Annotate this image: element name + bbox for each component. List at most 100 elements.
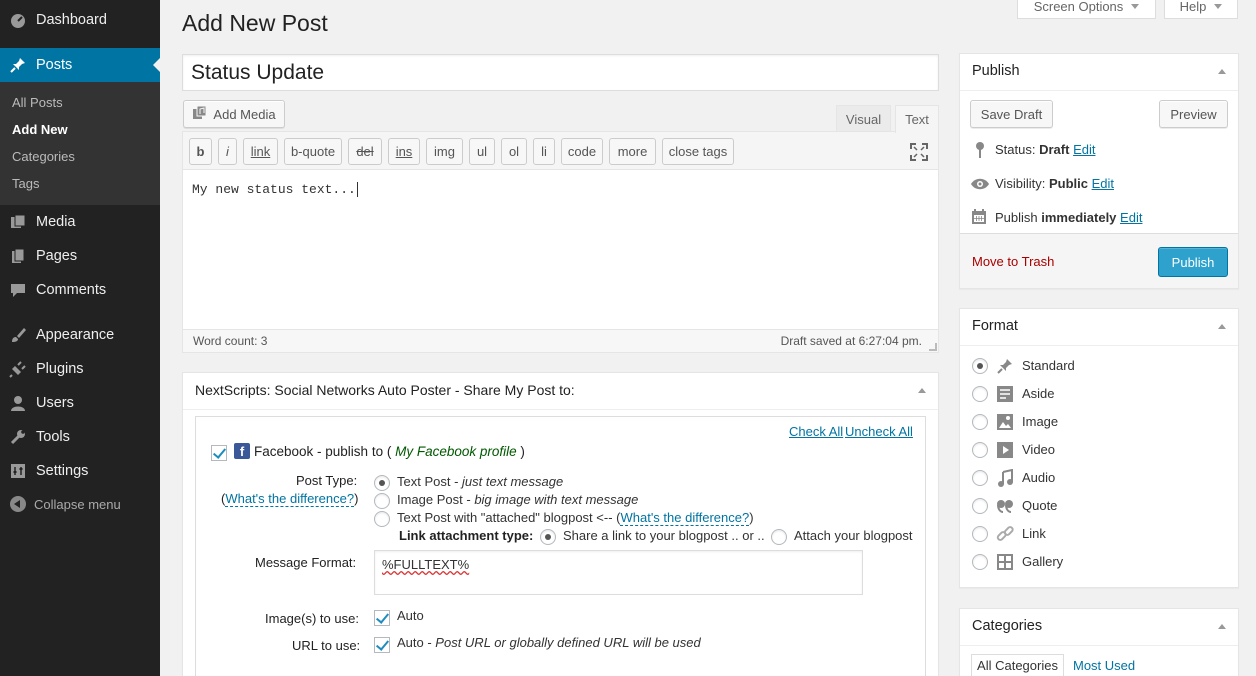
image-post-title: Image Post -	[397, 492, 475, 507]
format-label-standard: Standard	[1022, 358, 1075, 373]
menu-dashboard[interactable]: Dashboard	[0, 3, 160, 37]
screen-options-button[interactable]: Screen Options	[1017, 0, 1156, 19]
format-radio-audio[interactable]	[972, 470, 988, 486]
format-label-video: Video	[1022, 442, 1056, 457]
help-button[interactable]: Help	[1164, 0, 1238, 19]
submenu-tags[interactable]: Tags	[12, 176, 39, 191]
tab-visual[interactable]: Visual	[836, 105, 891, 132]
toggle-arrow-icon[interactable]	[918, 388, 926, 393]
qt-img[interactable]: img	[426, 138, 463, 165]
status-edit-link[interactable]: Edit	[1073, 142, 1095, 157]
fb-profile-name: My Facebook profile	[395, 444, 517, 459]
format-heading: Format	[972, 318, 1018, 334]
publish-time-edit-link[interactable]: Edit	[1120, 210, 1142, 225]
menu-tools[interactable]: Tools	[0, 420, 160, 454]
menu-pages[interactable]: Pages	[0, 239, 160, 273]
publish-header[interactable]: Publish	[960, 54, 1238, 91]
whats-difference-link[interactable]: What's the difference?	[225, 491, 355, 507]
facebook-checkbox[interactable]	[211, 445, 227, 461]
qt-ins[interactable]: ins	[388, 138, 420, 165]
publish-button[interactable]: Publish	[1158, 247, 1228, 277]
check-all-link[interactable]: Check All	[789, 424, 843, 439]
qt-italic[interactable]: i	[218, 138, 237, 165]
format-radio-image[interactable]	[972, 414, 988, 430]
submenu-categories[interactable]: Categories	[12, 149, 75, 164]
menu-media[interactable]: Media	[0, 205, 160, 239]
publish-time-value: immediately	[1041, 210, 1117, 225]
resize-handle[interactable]	[929, 343, 937, 351]
snap-header[interactable]: NextScripts: Social Networks Auto Poster…	[183, 373, 938, 410]
menu-plugins[interactable]: Plugins	[0, 352, 160, 386]
aside-icon	[996, 385, 1014, 403]
collapse-menu-button[interactable]: Collapse menu	[10, 496, 121, 512]
qt-link[interactable]: link	[243, 138, 278, 165]
url-auto-title: Auto -	[397, 635, 436, 650]
tab-text[interactable]: Text	[895, 105, 939, 133]
format-radio-quote[interactable]	[972, 498, 988, 514]
tab-all-categories[interactable]: All Categories	[971, 654, 1064, 676]
qt-code[interactable]: code	[561, 138, 603, 165]
qt-li[interactable]: li	[533, 138, 555, 165]
text-attached-label: Text Post with "attached" blogpost <-- (…	[397, 510, 754, 526]
image-icon	[996, 413, 1014, 431]
qt-close-tags[interactable]: close tags	[662, 138, 734, 165]
submenu-all-posts[interactable]: All Posts	[12, 95, 63, 110]
settings-icon	[0, 462, 36, 480]
text-post-radio[interactable]	[374, 475, 390, 491]
whats-difference-link-2[interactable]: What's the difference?	[620, 510, 750, 526]
categories-header[interactable]: Categories	[960, 609, 1238, 646]
images-auto-checkbox[interactable]	[374, 610, 390, 626]
toggle-arrow-icon[interactable]	[1218, 624, 1226, 629]
post-title-input[interactable]: Status Update	[182, 54, 939, 91]
qt-bold[interactable]: b	[189, 138, 212, 165]
menu-users[interactable]: Users	[0, 386, 160, 420]
attach-blogpost-radio[interactable]	[771, 529, 787, 545]
toggle-arrow-icon[interactable]	[1218, 324, 1226, 329]
music-note-icon	[996, 469, 1014, 487]
text-attached-radio[interactable]	[374, 511, 390, 527]
format-radio-link[interactable]	[972, 526, 988, 542]
message-format-textarea[interactable]: %FULLTEXT%	[374, 550, 863, 595]
menu-settings[interactable]: Settings	[0, 454, 160, 488]
help-label: Help	[1179, 0, 1207, 14]
menu-comments[interactable]: Comments	[0, 273, 160, 307]
page-title: Add New Post	[182, 10, 328, 36]
qt-bquote[interactable]: b-quote	[284, 138, 342, 165]
menu-appearance[interactable]: Appearance	[0, 318, 160, 352]
qt-ul[interactable]: ul	[469, 138, 495, 165]
draft-saved-status: Draft saved at 6:27:04 pm.	[780, 334, 922, 348]
url-auto-label: Auto - Post URL or globally defined URL …	[397, 635, 701, 650]
format-radio-standard[interactable]	[972, 358, 988, 374]
save-draft-button[interactable]: Save Draft	[970, 100, 1053, 128]
qt-del[interactable]: del	[348, 138, 382, 165]
format-radio-gallery[interactable]	[972, 554, 988, 570]
image-post-radio[interactable]	[374, 493, 390, 509]
word-count: Word count: 3	[193, 334, 268, 348]
qt-more[interactable]: more	[609, 138, 656, 165]
dashboard-icon	[0, 11, 36, 29]
posts-submenu: All Posts Add New Categories Tags	[0, 82, 160, 205]
fullscreen-icon[interactable]	[910, 143, 928, 164]
submenu-add-new[interactable]: Add New	[12, 122, 68, 137]
qt-ol[interactable]: ol	[501, 138, 527, 165]
menu-posts[interactable]: Posts	[0, 48, 160, 82]
url-auto-desc: Post URL or globally defined URL will be…	[435, 635, 701, 650]
visibility-edit-link[interactable]: Edit	[1092, 176, 1114, 191]
preview-button[interactable]: Preview	[1159, 100, 1228, 128]
uncheck-all-link[interactable]: Uncheck All	[845, 424, 913, 439]
categories-heading: Categories	[972, 618, 1043, 634]
toggle-arrow-icon[interactable]	[1218, 69, 1226, 74]
format-radio-aside[interactable]	[972, 386, 988, 402]
menu-users-label: Users	[36, 395, 74, 411]
editor-content[interactable]: My new status text...​	[192, 182, 358, 197]
add-media-button[interactable]: Add Media	[183, 100, 285, 128]
format-header[interactable]: Format	[960, 309, 1238, 346]
move-to-trash-link[interactable]: Move to Trash	[972, 254, 1054, 269]
format-radio-video[interactable]	[972, 442, 988, 458]
url-auto-checkbox[interactable]	[374, 637, 390, 653]
tab-most-used[interactable]: Most Used	[1073, 658, 1135, 673]
eye-icon	[970, 177, 990, 194]
menu-appearance-label: Appearance	[36, 327, 115, 343]
format-label-link: Link	[1022, 526, 1046, 541]
share-link-radio[interactable]	[540, 529, 556, 545]
